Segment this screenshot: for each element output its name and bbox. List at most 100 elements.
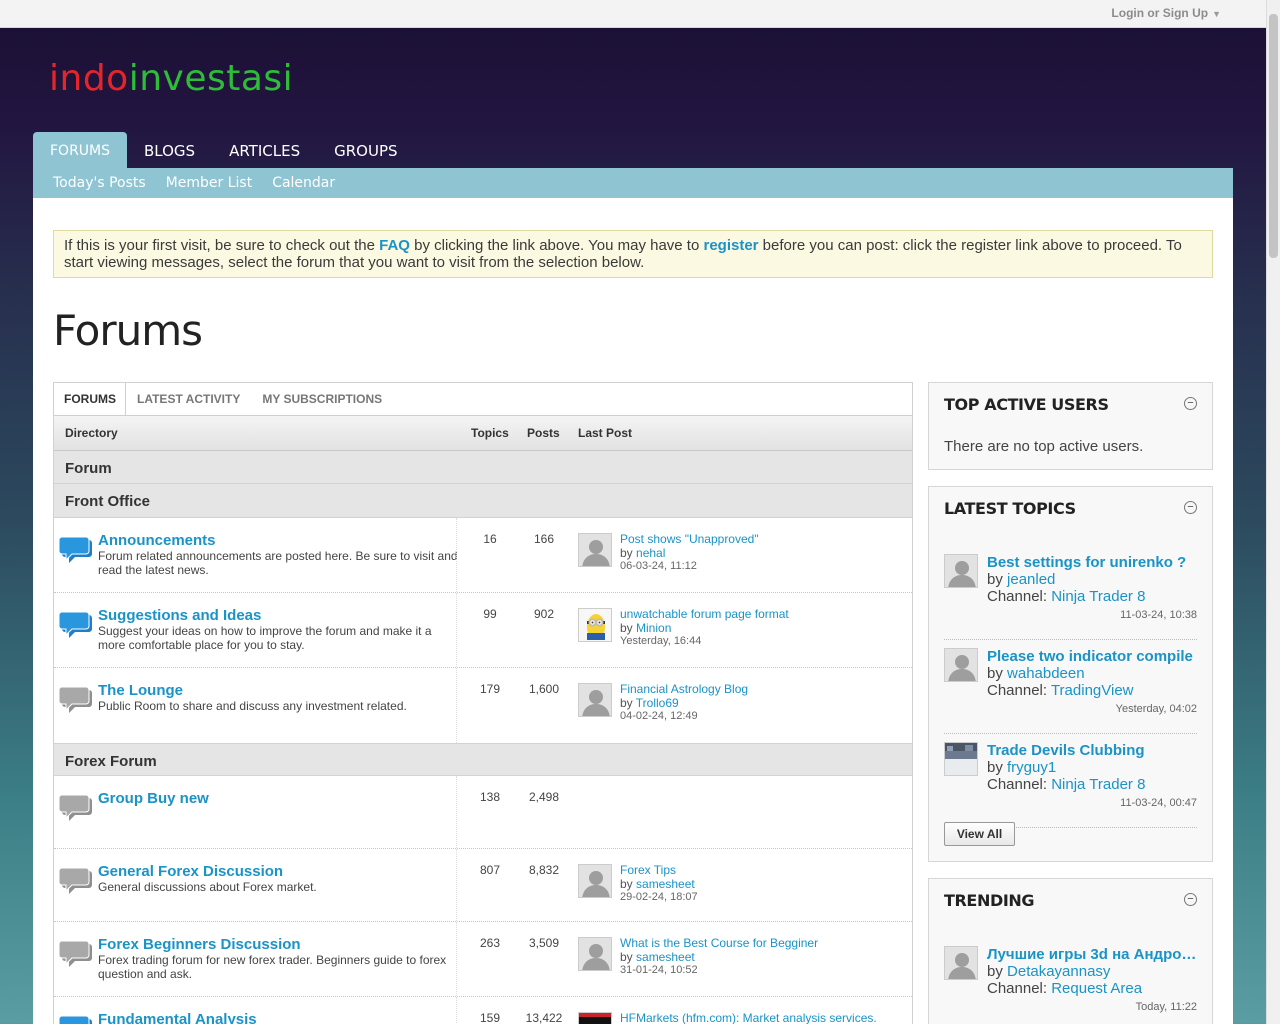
topic-item[interactable]: Best settings for unirenko ? by jeanled Ch… <box>944 554 1197 640</box>
last-poster-avatar[interactable] <box>578 864 612 898</box>
widget-title: TRENDING <box>944 891 1035 910</box>
col-topics[interactable]: Topics <box>471 426 509 440</box>
forum-title[interactable]: Announcements <box>98 532 216 549</box>
topic-title[interactable]: Best settings for unirenko ? <box>987 554 1197 571</box>
section-forex-forum[interactable]: Forex Forum <box>54 743 912 776</box>
forum-row[interactable]: Forex Beginners Discussion Forex trading … <box>54 922 912 997</box>
logo-part-indo[interactable]: indo <box>49 58 129 99</box>
forum-row[interactable]: Suggestions and Ideas Suggest your ideas … <box>54 593 912 668</box>
tab-latest-activity[interactable]: LATEST ACTIVITY <box>126 383 251 415</box>
last-post-title[interactable]: Post shows "Unapproved" <box>620 532 759 546</box>
last-post-title[interactable]: Financial Astrology Blog <box>620 682 748 696</box>
forum-bubble-icon <box>58 1014 93 1024</box>
collapse-icon[interactable]: − <box>1184 397 1197 410</box>
last-post-user[interactable]: nehal <box>636 546 665 560</box>
topic-by: by wahabdeen <box>987 665 1085 682</box>
nav-tab-groups[interactable]: GROUPS <box>317 132 414 168</box>
subnav-calendar[interactable]: Calendar <box>272 168 335 198</box>
col-last-post[interactable]: Last Post <box>578 426 632 440</box>
topic-title[interactable]: Лучшие игры 3d на Андроид <box>987 946 1197 963</box>
last-post-user[interactable]: Trollo69 <box>636 696 679 710</box>
tab-my-subscriptions[interactable]: MY SUBSCRIPTIONS <box>251 383 393 415</box>
faq-link[interactable]: FAQ <box>379 237 410 254</box>
last-post-date: 06-03-24, 11:12 <box>620 560 697 572</box>
logo-part-investasi[interactable]: investasi <box>129 58 293 99</box>
nav-tab-blogs[interactable]: BLOGS <box>127 132 212 168</box>
topic-date: Yesterday, 04:02 <box>1115 703 1197 715</box>
topic-by: by fryguy1 <box>987 759 1056 776</box>
forum-description: Forum related announcements are posted h… <box>98 549 458 577</box>
main-content: If this is your first visit, be sure to … <box>33 198 1233 1024</box>
last-post-user[interactable]: samesheet <box>636 877 695 891</box>
last-poster-avatar[interactable] <box>578 937 612 971</box>
notice-text: by clicking the link above. You may have… <box>409 237 704 254</box>
channel-link[interactable]: Ninja Trader 8 <box>1051 776 1145 793</box>
section-forum[interactable]: Forum <box>54 451 912 484</box>
topic-title[interactable]: Please two indicator compile <box>987 648 1197 665</box>
forum-title[interactable]: Group Buy new <box>98 790 209 807</box>
site-logo[interactable]: indoinvestasi <box>49 58 293 99</box>
nav-tab-forums[interactable]: FORUMS <box>33 132 128 168</box>
caret-down-icon[interactable]: ▼ <box>1212 9 1221 19</box>
forum-row[interactable]: General Forex Discussion General discussi… <box>54 849 912 922</box>
last-post-title[interactable]: HFMarkets (hfm.com): Market analysis ser… <box>620 1011 877 1024</box>
last-post-user[interactable]: samesheet <box>636 950 695 964</box>
view-all-button[interactable]: View All <box>944 822 1015 846</box>
forum-title[interactable]: Fundamental Analysis <box>98 1011 257 1024</box>
forum-row[interactable]: Fundamental Analysis 159 13,422 HFM HFMarket… <box>54 997 912 1024</box>
channel-link[interactable]: Ninja Trader 8 <box>1051 588 1145 605</box>
section-front-office[interactable]: Front Office <box>54 484 912 518</box>
topic-user[interactable]: Detakayannasy <box>1007 963 1110 980</box>
last-poster-avatar[interactable] <box>578 683 612 717</box>
forum-row[interactable]: The Lounge Public Room to share and discu… <box>54 668 912 743</box>
collapse-icon[interactable]: − <box>1184 501 1197 514</box>
last-poster-avatar[interactable] <box>578 608 612 642</box>
widget-title: TOP ACTIVE USERS <box>944 395 1109 414</box>
by-label: by <box>620 621 637 635</box>
forum-description: Public Room to share and discuss any inv… <box>98 699 407 713</box>
forum-row[interactable]: Group Buy new 138 2,498 <box>54 776 912 849</box>
topic-avatar[interactable] <box>944 648 978 682</box>
channel-label: Channel: <box>987 980 1052 997</box>
forum-row[interactable]: Announcements Forum related announcements… <box>54 518 912 593</box>
nav-tab-articles[interactable]: ARTICLES <box>212 132 317 168</box>
column-divider <box>456 922 457 996</box>
forum-title[interactable]: General Forex Discussion <box>98 863 283 880</box>
topic-item[interactable]: Please two indicator compile by wahabdeen… <box>944 648 1197 734</box>
forum-title[interactable]: The Lounge <box>98 682 183 699</box>
subnav-todays-posts[interactable]: Today's Posts <box>53 168 146 198</box>
topic-channel: Channel: Request Area <box>987 980 1142 997</box>
forum-title[interactable]: Suggestions and Ideas <box>98 607 261 624</box>
topic-title[interactable]: Trade Devils Clubbing <box>987 742 1197 759</box>
column-divider <box>456 518 457 592</box>
last-post-user[interactable]: Minion <box>636 621 671 635</box>
last-post-title[interactable]: What is the Best Course for Begginer <box>620 936 818 950</box>
topic-user[interactable]: fryguy1 <box>1007 759 1056 776</box>
last-poster-avatar[interactable] <box>578 533 612 567</box>
topic-user[interactable]: jeanled <box>1007 571 1055 588</box>
topic-user[interactable]: wahabdeen <box>1007 665 1085 682</box>
last-post-title[interactable]: unwatchable forum page format <box>620 607 789 621</box>
last-poster-avatar[interactable]: HFM <box>578 1012 612 1024</box>
topic-count: 138 <box>479 790 501 804</box>
channel-link[interactable]: TradingView <box>1051 682 1134 699</box>
topic-avatar[interactable] <box>944 742 978 776</box>
tab-forums[interactable]: FORUMS <box>54 383 126 415</box>
col-posts[interactable]: Posts <box>527 426 560 440</box>
page-scrollbar[interactable] <box>1266 0 1280 1024</box>
login-signup-menu[interactable]: Login or Sign Up ▼ <box>1111 6 1221 20</box>
empty-message: There are no top active users. <box>944 438 1144 455</box>
forum-title[interactable]: Forex Beginners Discussion <box>98 936 301 953</box>
topic-avatar[interactable] <box>944 554 978 588</box>
scrollbar-thumb[interactable] <box>1269 14 1278 258</box>
collapse-icon[interactable]: − <box>1184 893 1197 906</box>
topic-item[interactable]: Лучшие игры 3d на Андроид by Detakayannas… <box>944 946 1197 1024</box>
topic-item[interactable]: Trade Devils Clubbing by fryguy1 Channel: … <box>944 742 1197 828</box>
register-link[interactable]: register <box>703 237 758 254</box>
channel-link[interactable]: Request Area <box>1051 980 1142 997</box>
topic-avatar[interactable] <box>944 946 978 980</box>
col-directory[interactable]: Directory <box>65 426 118 440</box>
login-signup-label[interactable]: Login or Sign Up <box>1111 6 1208 20</box>
subnav-member-list[interactable]: Member List <box>166 168 253 198</box>
last-post-title[interactable]: Forex Tips <box>620 863 676 877</box>
